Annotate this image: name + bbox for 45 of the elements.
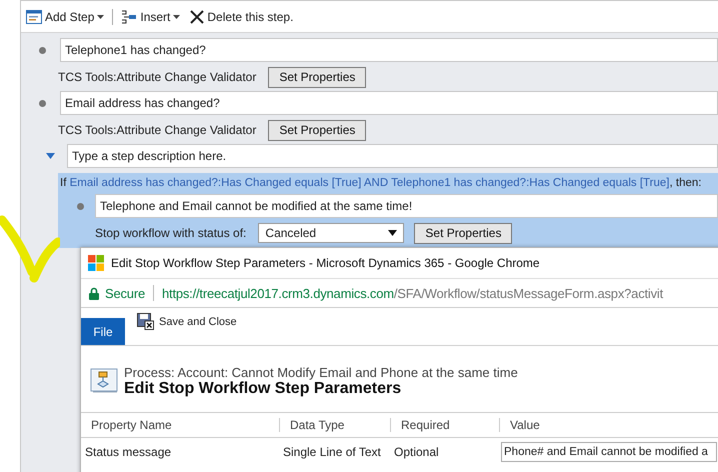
set-properties-button[interactable]: Set Properties xyxy=(268,66,366,88)
process-name: Process: Account: Cannot Modify Email and Phone at the same time xyxy=(124,364,518,380)
table-cell-text: Status message xyxy=(84,445,172,459)
activity-label: TCS Tools:Attribute Change Validator xyxy=(58,123,256,137)
close-icon xyxy=(190,10,204,24)
column-header: Value xyxy=(499,418,718,432)
table-cell-text: Single Line of Text xyxy=(282,445,382,459)
expand-arrow-icon[interactable] xyxy=(46,153,55,159)
step-description-field[interactable]: Type a step description here. xyxy=(67,144,718,168)
caret-icon xyxy=(388,230,398,236)
status-label: Stop workflow with status of: xyxy=(95,226,246,240)
url-path: /SFA/Workflow/statusMessageForm.aspx?activit xyxy=(394,286,663,300)
save-and-close-button[interactable]: Save and Close xyxy=(137,313,237,330)
address-bar[interactable]: Secure https://treecatjul2017.crm3.dynamics.com/SFA/Workflow/statusMessageForm.aspx?activit xyxy=(81,278,718,308)
url-domain: https://treecatjul2017.crm3.dynamics.com xyxy=(162,286,394,300)
add-step-button[interactable]: Add Step xyxy=(24,10,106,24)
four-squares-icon xyxy=(88,255,104,271)
bullet-icon xyxy=(77,202,84,210)
delete-button[interactable]: Delete this step. xyxy=(188,10,296,24)
file-tab[interactable]: File xyxy=(81,318,125,345)
activity-label: TCS Tools:Attribute Change Validator xyxy=(58,70,256,84)
window-title: Edit Stop Workflow Step Parameters - Microsoft Dynamics 365 - Google Chrome xyxy=(111,256,540,270)
step-description-field[interactable]: Telephone and Email cannot be modified at the same time! xyxy=(95,194,718,218)
table-cell-text: Optional xyxy=(393,445,440,459)
condition-link[interactable]: Email address has changed?:Has Changed equals [True] AND Telephone1 has changed?:Has Changed equals [True] xyxy=(70,177,670,189)
status-dropdown[interactable]: Canceled xyxy=(258,223,404,243)
column-header: Property Name xyxy=(90,418,173,432)
condition-text: If Email address has changed?:Has Changed equals [True] AND Telephone1 has changed?:Has Changed equals [True], then: xyxy=(59,177,702,191)
lock-icon xyxy=(89,286,99,300)
set-properties-button[interactable]: Set Properties xyxy=(268,120,366,140)
bullet-icon xyxy=(39,46,46,54)
column-header: Data Type xyxy=(279,418,390,432)
insert-icon xyxy=(121,10,138,24)
secure-label: Secure xyxy=(105,286,145,300)
step-description-field[interactable]: Email address has changed? xyxy=(60,91,718,115)
bullet-icon xyxy=(39,100,46,106)
step-description-field[interactable]: Telephone1 has changed? xyxy=(60,38,718,62)
dialog-heading: Edit Stop Workflow Step Parameters xyxy=(124,380,402,398)
value-field[interactable]: Phone# and Email cannot be modified a xyxy=(501,442,717,462)
caret-icon xyxy=(173,14,180,18)
caret-icon xyxy=(97,14,104,18)
set-properties-button[interactable]: Set Properties xyxy=(414,222,512,244)
window-icon xyxy=(26,10,42,24)
insert-button[interactable]: Insert xyxy=(119,10,182,24)
column-header: Required xyxy=(390,418,499,432)
